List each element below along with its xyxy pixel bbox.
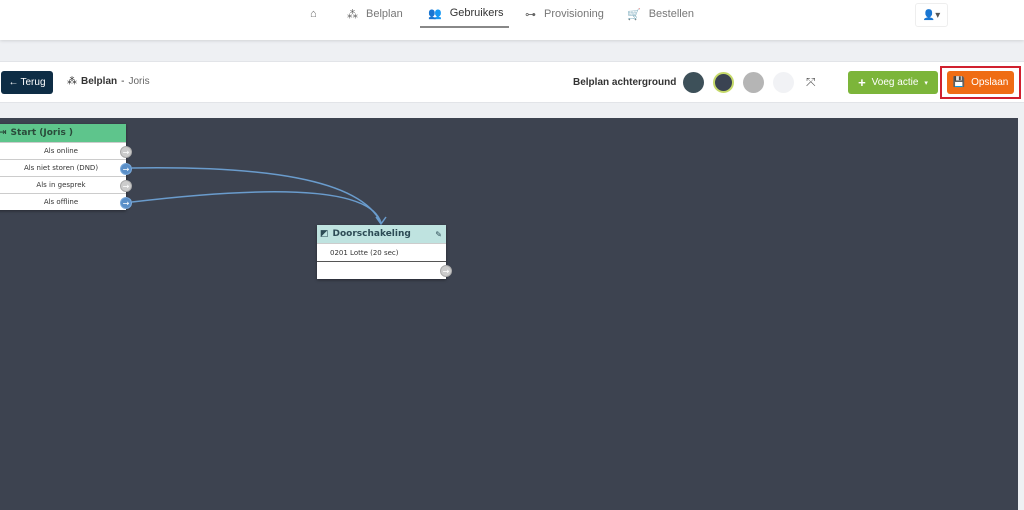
caret-down-icon: ▾ — [924, 79, 928, 87]
start-row-dnd: Als niet storen (DND) → — [0, 159, 132, 176]
cart-icon: 🛒 — [627, 8, 641, 21]
nav-home[interactable]: ⌂ — [310, 0, 317, 28]
back-button[interactable]: ← Terug — [1, 71, 53, 94]
breadcrumb-title: Belplan — [81, 76, 118, 87]
row-label: Als in gesprek — [36, 181, 86, 189]
belplan-canvas[interactable]: ⇥ Start (Joris ) Als online → Als niet sto… — [0, 118, 1018, 510]
plus-icon: + — [858, 75, 866, 90]
user-menu-button[interactable]: 👤▾ — [915, 3, 948, 27]
start-row-busy: Als in gesprek → — [0, 176, 132, 193]
background-label: Belplan achterground — [573, 77, 677, 88]
forward-node-header: ◩ Doorschakeling ✎ — [317, 225, 446, 243]
nav-label: Provisioning — [544, 8, 604, 20]
output-port[interactable]: → — [120, 197, 132, 209]
nav-label: Bestellen — [648, 8, 694, 20]
save-label: Opslaan — [971, 77, 1009, 88]
forward-row-target: 0201 Lotte (20 sec) — [317, 243, 446, 261]
users-icon: 👥 — [428, 7, 442, 20]
back-label: Terug — [20, 77, 46, 88]
output-port[interactable]: → — [440, 265, 452, 277]
nav-gebruikers[interactable]: 👥 Gebruikers — [420, 0, 509, 28]
start-node-header: ⇥ Start (Joris ) — [0, 124, 126, 142]
sitemap-icon: ⁂ — [67, 76, 77, 87]
row-label: 0201 Lotte (20 sec) — [330, 248, 399, 257]
row-label: Als online — [44, 147, 78, 155]
nav-provisioning[interactable]: ⊶ Provisioning — [525, 0, 604, 28]
connection-offline — [131, 191, 382, 224]
sitemap-icon: ⁂ — [347, 8, 358, 21]
add-action-label: Voeg actie — [871, 77, 919, 88]
breadcrumb: ⁂ Belplan - Joris — [67, 76, 150, 87]
row-label: Als offline — [43, 198, 79, 206]
breadcrumb-separator: - — [121, 76, 125, 87]
output-port[interactable]: → — [120, 146, 132, 158]
arrow-head-icon — [375, 216, 387, 226]
row-label: Als niet storen (DND) — [23, 164, 99, 172]
start-node-title: Start (Joris ) — [10, 128, 74, 138]
breadcrumb-user: Joris — [128, 76, 150, 87]
swatch-gray[interactable] — [743, 72, 764, 93]
start-node[interactable]: ⇥ Start (Joris ) Als online → Als niet sto… — [0, 124, 132, 210]
start-row-offline: Als offline → — [0, 193, 132, 210]
sign-in-icon: ⇥ — [0, 128, 7, 138]
swatch-light[interactable] — [773, 72, 794, 93]
swatch-dark-slate-selected[interactable] — [713, 72, 734, 93]
top-navigation: ⌂ ⁂ Belplan 👥 Gebruikers ⊶ Provisioning 🛒 Be… — [0, 0, 1024, 40]
nav-bestellen[interactable]: 🛒 Bestellen — [627, 0, 694, 28]
save-button[interactable]: 💾 Opslaan — [947, 71, 1014, 94]
forward-node-title: Doorschakeling — [332, 229, 411, 239]
connections — [131, 167, 387, 226]
output-port[interactable]: → — [120, 180, 132, 192]
forward-icon: ◩ — [320, 229, 329, 239]
user-icon: 👤▾ — [922, 9, 941, 21]
forward-row-output: → — [317, 261, 452, 279]
forward-node[interactable]: ◩ Doorschakeling ✎ 0201 Lotte (20 sec) → — [317, 225, 452, 279]
arrow-left-icon: ← — [8, 77, 19, 88]
floppy-icon: 💾 — [952, 77, 966, 88]
start-row-online: Als online → — [0, 142, 132, 159]
swatch-dark-teal[interactable] — [683, 72, 704, 93]
toolbar: ← Terug ⁂ Belplan - Joris Belplan achtergrou… — [0, 61, 1024, 103]
nav-belplan[interactable]: ⁂ Belplan — [347, 0, 403, 28]
nav-label: Gebruikers — [449, 7, 504, 19]
connection-dnd — [131, 167, 382, 224]
add-action-button[interactable]: + Voeg actie ▾ — [848, 71, 938, 94]
output-port[interactable]: → — [120, 163, 132, 175]
fullscreen-icon[interactable]: ⤧ — [806, 75, 816, 90]
home-icon: ⌂ — [310, 8, 317, 20]
network-icon: ⊶ — [525, 8, 536, 21]
edit-icon[interactable]: ✎ — [435, 230, 442, 239]
nav-label: Belplan — [366, 8, 403, 20]
